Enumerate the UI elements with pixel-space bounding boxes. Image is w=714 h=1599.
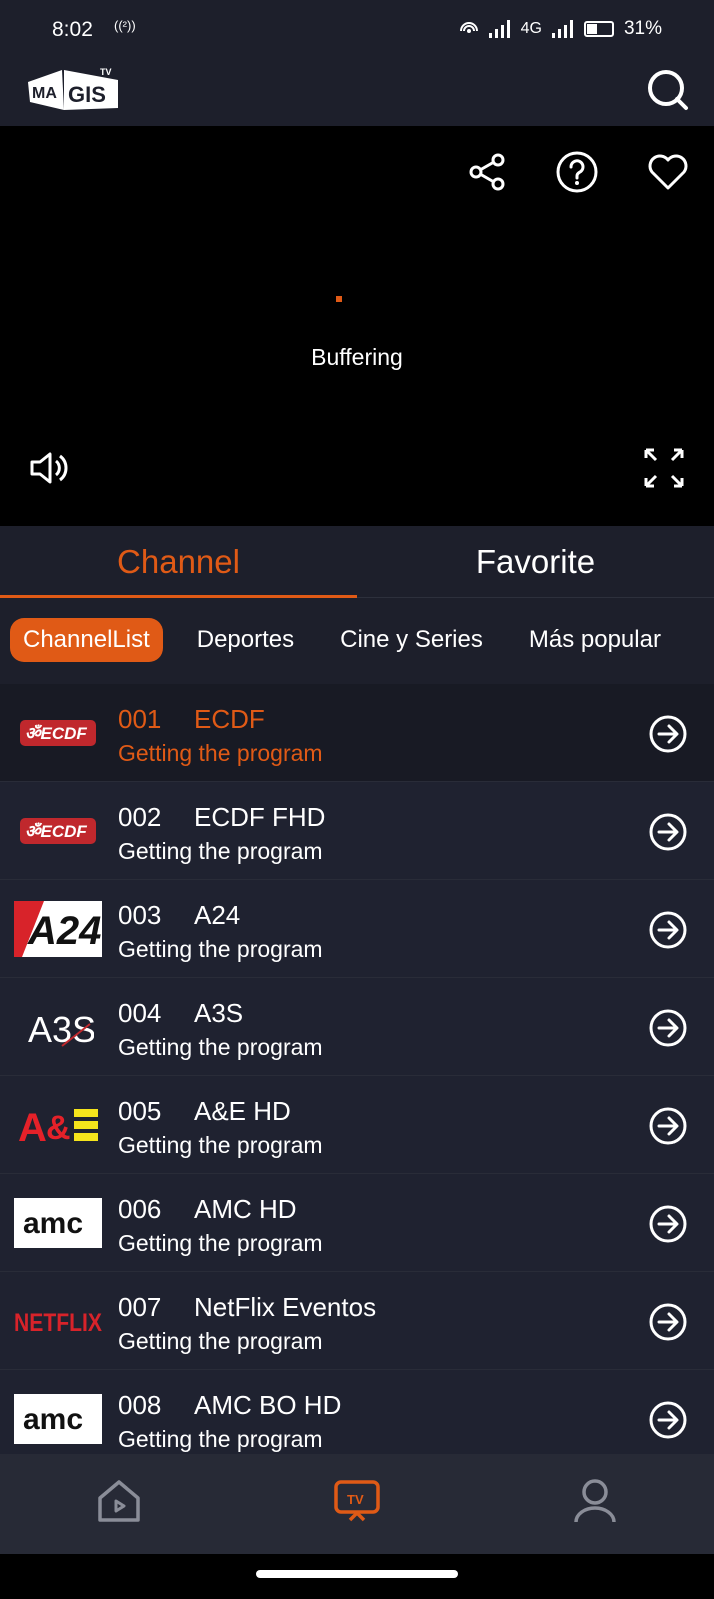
channel-number: 005 [118, 1096, 162, 1126]
channel-program: Getting the program [118, 1034, 323, 1060]
channel-row[interactable]: A & 005 A&E HD Getting the program [0, 1076, 714, 1174]
channel-name: A24 [194, 900, 241, 930]
channel-name: ECDF FHD [194, 802, 326, 832]
svg-text:TV: TV [100, 67, 112, 77]
channel-row[interactable]: A24 003 A24 Getting the program [0, 880, 714, 978]
heart-icon[interactable] [646, 150, 690, 194]
channel-program: Getting the program [118, 1426, 323, 1452]
home-icon[interactable] [92, 1474, 146, 1528]
channel-logo-ecdf: ॐECDF [14, 702, 102, 764]
channel-name: A&E HD [194, 1096, 291, 1126]
status-icons: 4G 31% [459, 18, 662, 40]
status-time: 8:02 [52, 18, 93, 41]
arrow-right-circle-icon[interactable] [648, 812, 688, 852]
arrow-right-circle-icon[interactable] [648, 1302, 688, 1342]
home-indicator[interactable] [256, 1570, 458, 1578]
category-cine-y-series[interactable]: Cine y Series [340, 626, 483, 654]
channel-logo-amc: amc [14, 1388, 102, 1450]
battery-level: 31% [623, 18, 662, 39]
share-icon[interactable] [466, 150, 510, 194]
channel-number: 004 [118, 998, 162, 1028]
channel-program: Getting the program [118, 740, 323, 766]
main-tabs: Channel Favorite [0, 526, 714, 598]
channel-number: 008 [118, 1390, 162, 1420]
category-mas-popular[interactable]: Más popular [529, 626, 661, 654]
video-player[interactable]: Buffering [0, 126, 714, 526]
channel-name: AMC HD [194, 1194, 297, 1224]
signal-2-icon [551, 20, 573, 38]
arrow-right-circle-icon[interactable] [648, 1204, 688, 1244]
hotspot-icon [459, 22, 478, 33]
channel-number: 003 [118, 900, 162, 930]
svg-text:amc: amc [23, 1403, 83, 1436]
channel-logo-a24: A24 [14, 898, 102, 960]
network-type: 4G [520, 20, 542, 37]
channel-logo-ecdf: ॐECDF [14, 800, 102, 862]
volume-icon[interactable] [26, 446, 70, 490]
channel-number: 002 [118, 802, 162, 832]
svg-text:&: & [46, 1109, 71, 1147]
arrow-right-circle-icon[interactable] [648, 1008, 688, 1048]
profile-icon[interactable] [568, 1474, 622, 1528]
svg-text:TV: TV [347, 1492, 364, 1507]
channel-name: NetFlix Eventos [194, 1292, 377, 1322]
channel-row[interactable]: NETFLIX 007 NetFlix Eventos Getting the … [0, 1272, 714, 1370]
magis-logo: MA GIS TV [28, 67, 118, 110]
channel-logo-a3s: A3S [14, 996, 102, 1058]
svg-text:ॐECDF: ॐECDF [25, 822, 87, 841]
svg-text:MA: MA [32, 85, 57, 102]
channel-row[interactable]: ॐECDF 002 ECDF FHD Getting the program [0, 782, 714, 880]
channel-row[interactable]: A3S 004 A3S Getting the program [0, 978, 714, 1076]
svg-text:ॐECDF: ॐECDF [25, 724, 87, 743]
svg-text:GIS: GIS [68, 82, 106, 107]
channel-row[interactable]: amc 006 AMC HD Getting the program [0, 1174, 714, 1272]
system-nav-bar [0, 1554, 714, 1599]
arrow-right-circle-icon[interactable] [648, 910, 688, 950]
arrow-right-circle-icon[interactable] [648, 714, 688, 754]
channel-program: Getting the program [118, 1328, 323, 1354]
status-bar: 8:02 ((²)) 4G 31% [0, 0, 714, 60]
channel-list: ॐECDF 001 ECDF Getting the program ॐECDF… [0, 684, 714, 1454]
svg-text:A: A [18, 1106, 47, 1147]
category-deportes[interactable]: Deportes [197, 626, 294, 654]
channel-program: Getting the program [118, 1132, 323, 1158]
tab-channel[interactable]: Channel [0, 526, 357, 598]
buffering-text: Buffering [311, 344, 403, 370]
channel-program: Getting the program [118, 1230, 323, 1256]
search-icon[interactable] [644, 66, 692, 114]
app-bar: MA GIS TV [0, 60, 714, 126]
channel-program: Getting the program [118, 838, 323, 864]
channel-number: 006 [118, 1194, 162, 1224]
channel-name: A3S [194, 998, 244, 1028]
category-channellist[interactable]: ChannelList [10, 618, 163, 662]
channel-row[interactable]: ॐECDF 001 ECDF Getting the program [0, 684, 714, 782]
tab-favorite[interactable]: Favorite [357, 526, 714, 598]
channel-number: 007 [118, 1292, 162, 1322]
battery-icon [583, 21, 614, 37]
signal-icon [488, 20, 510, 38]
bottom-nav: TV [0, 1454, 714, 1554]
channel-name: AMC BO HD [194, 1390, 342, 1420]
category-bar: ChannelList Deportes Cine y Series Más p… [0, 610, 714, 670]
channel-program: Getting the program [118, 936, 323, 962]
channel-row[interactable]: amc 008 AMC BO HD Getting the program [0, 1370, 714, 1454]
svg-text:A24: A24 [27, 909, 101, 953]
svg-text:amc: amc [23, 1207, 83, 1240]
buffering-spinner [336, 296, 342, 302]
tab-indicator [0, 595, 357, 598]
channel-number: 001 [118, 704, 162, 734]
channel-logo-ae: A & [14, 1094, 102, 1156]
svg-text:NETFLIX: NETFLIX [14, 1309, 102, 1336]
help-icon[interactable] [555, 150, 599, 194]
cast-icon: ((²)) [114, 18, 136, 33]
channel-logo-netflix: NETFLIX [14, 1290, 102, 1352]
arrow-right-circle-icon[interactable] [648, 1400, 688, 1440]
fullscreen-icon[interactable] [642, 446, 686, 490]
tv-icon[interactable]: TV [330, 1474, 384, 1528]
arrow-right-circle-icon[interactable] [648, 1106, 688, 1146]
channel-name: ECDF [194, 704, 265, 734]
channel-logo-amc: amc [14, 1192, 102, 1254]
